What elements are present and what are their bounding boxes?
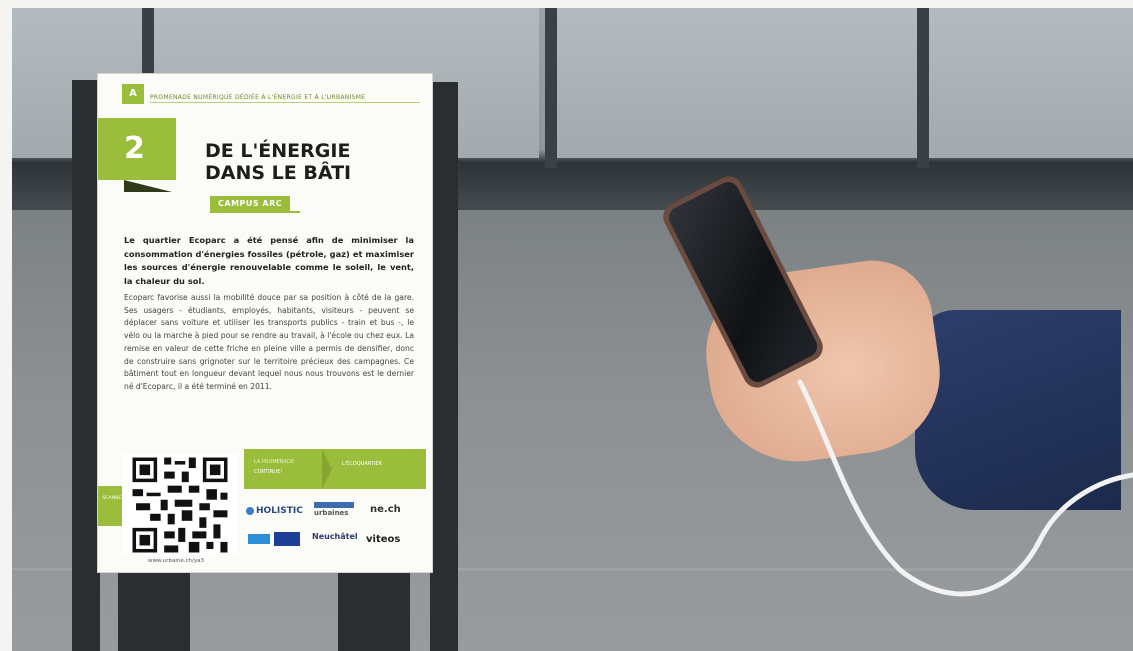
charging-cable (797, 379, 1133, 597)
